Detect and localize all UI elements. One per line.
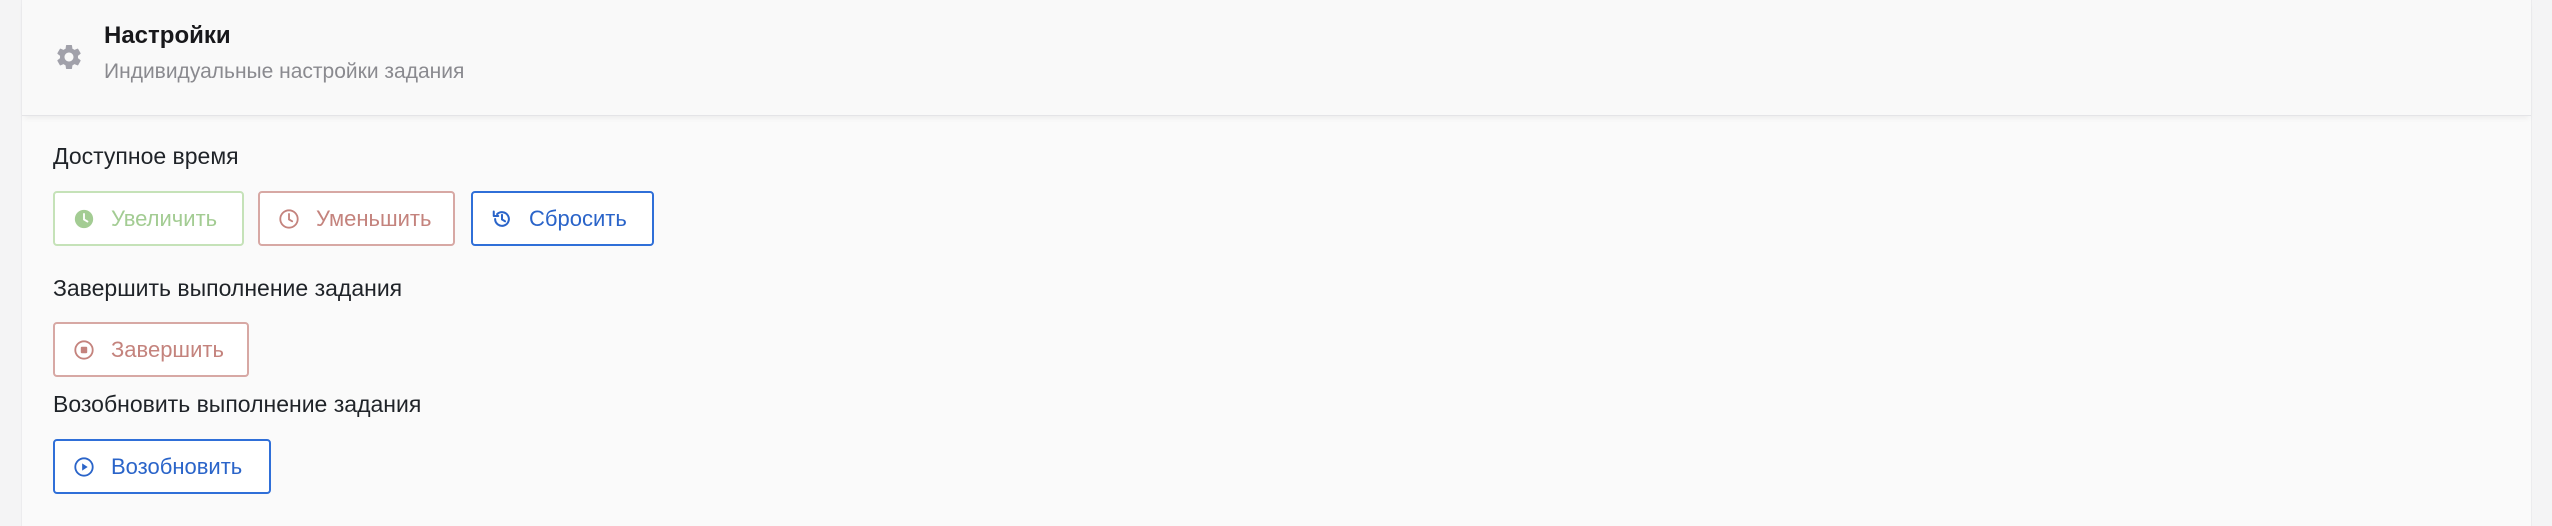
page-title: Настройки xyxy=(104,22,231,49)
reset-time-label: Сбросить xyxy=(529,205,627,231)
resume-task-button[interactable]: Возобновить xyxy=(53,439,271,494)
history-icon xyxy=(492,209,510,227)
settings-header: Настройки Индивидуальные настройки задан… xyxy=(22,0,2531,116)
settings-panel: Настройки Индивидуальные настройки задан… xyxy=(21,0,2532,526)
clock-outline-icon xyxy=(279,208,299,229)
increase-time-label: Увеличить xyxy=(111,205,218,231)
finish-task-label: Завершить выполнение задания xyxy=(53,275,403,301)
finish-task-button[interactable]: Завершить xyxy=(53,322,249,377)
clock-filled-icon xyxy=(74,209,94,228)
stop-circle-icon xyxy=(74,339,94,360)
play-circle-icon xyxy=(74,456,94,477)
increase-time-button[interactable]: Увеличить xyxy=(53,191,244,246)
resume-task-label: Возобновить выполнение задания xyxy=(53,391,422,417)
page-subtitle: Индивидуальные настройки задания xyxy=(104,60,465,83)
gear-icon xyxy=(57,44,81,69)
available-time-label: Доступное время xyxy=(53,143,239,169)
decrease-time-button[interactable]: Уменьшить xyxy=(258,191,455,246)
resume-task-button-label: Возобновить xyxy=(111,453,243,479)
reset-time-button[interactable]: Сбросить xyxy=(471,191,654,246)
finish-task-button-label: Завершить xyxy=(111,336,224,362)
decrease-time-label: Уменьшить xyxy=(316,205,432,231)
